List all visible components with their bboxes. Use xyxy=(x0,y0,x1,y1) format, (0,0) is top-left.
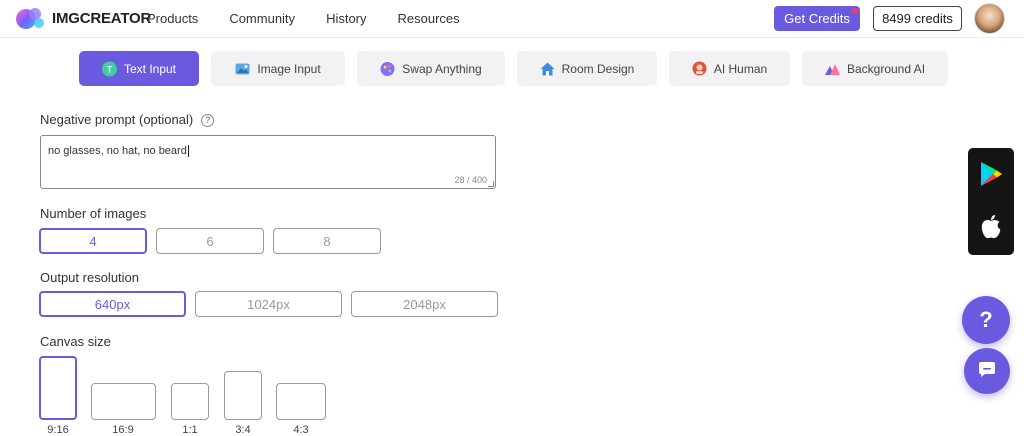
credits-label: 8499 credits xyxy=(882,11,953,26)
tab-background-ai[interactable]: Background AI xyxy=(802,51,948,86)
help-icon[interactable]: ? xyxy=(201,113,215,127)
get-credits-button[interactable]: Get Credits xyxy=(774,6,860,31)
logo-icon xyxy=(13,5,47,31)
num-images-option-6[interactable]: 6 xyxy=(156,228,264,254)
apple-icon[interactable] xyxy=(980,214,1002,245)
get-credits-label: Get Credits xyxy=(784,11,850,26)
canvas-option-4-3[interactable] xyxy=(276,383,326,420)
help-button[interactable]: ? xyxy=(962,296,1010,344)
main-nav: Products Community History Resources xyxy=(147,11,491,26)
tab-label: Text Input xyxy=(123,61,177,76)
negative-prompt-input[interactable]: no glasses, no hat, no beard 28 / 400 xyxy=(40,135,496,189)
num-images-option-8[interactable]: 8 xyxy=(273,228,381,254)
resolution-option-640[interactable]: 640px xyxy=(39,291,186,317)
tab-label: Image Input xyxy=(257,61,321,76)
tab-ai-human[interactable]: AI Human xyxy=(669,51,790,86)
image-input-icon xyxy=(235,61,250,76)
home-icon xyxy=(540,61,555,76)
tab-swap-anything[interactable]: Swap Anything xyxy=(357,51,505,86)
logo[interactable]: IMGCREATOR xyxy=(13,5,151,31)
tab-label: Room Design xyxy=(561,61,635,76)
character-counter: 28 / 400 xyxy=(454,175,487,185)
canvas-option-1-1[interactable] xyxy=(171,383,209,420)
negative-prompt-value: no glasses, no hat, no beard xyxy=(48,145,187,157)
num-images-option-4[interactable]: 4 xyxy=(39,228,147,254)
tab-label: AI Human xyxy=(713,61,768,76)
app-store-links xyxy=(968,148,1014,255)
canvas-option-3-4[interactable] xyxy=(224,371,262,420)
canvas-option-16-9[interactable] xyxy=(91,383,156,420)
svg-text:T: T xyxy=(107,64,113,74)
notification-dot xyxy=(852,8,858,14)
credits-balance[interactable]: 8499 credits xyxy=(873,6,962,31)
canvas-option-9-16[interactable] xyxy=(39,356,77,420)
resolution-option-2048[interactable]: 2048px xyxy=(351,291,498,317)
tab-text-input[interactable]: T Text Input xyxy=(79,51,199,86)
canvas-label-4-3: 4:3 xyxy=(293,424,309,436)
mode-tabs: T Text Input Image Input Swap Anything R… xyxy=(79,51,948,86)
chat-button[interactable] xyxy=(964,348,1010,394)
text-cursor xyxy=(187,145,189,157)
ai-human-icon xyxy=(692,61,707,76)
canvas-label-1-1: 1:1 xyxy=(182,424,198,436)
nav-resources[interactable]: Resources xyxy=(398,11,460,26)
top-header: IMGCREATOR Products Community History Re… xyxy=(0,0,1024,38)
tab-label: Background AI xyxy=(846,61,926,76)
canvas-label-16-9: 16:9 xyxy=(112,424,134,436)
background-ai-icon xyxy=(824,61,840,76)
tab-room-design[interactable]: Room Design xyxy=(517,51,657,86)
num-images-label: Number of images xyxy=(40,206,147,221)
negative-prompt-label-row: Negative prompt (optional)? xyxy=(40,112,215,127)
resolution-label: Output resolution xyxy=(40,270,140,285)
text-input-icon: T xyxy=(101,61,117,76)
chat-icon xyxy=(978,358,996,384)
avatar[interactable] xyxy=(974,3,1005,34)
resize-handle[interactable] xyxy=(488,181,494,187)
nav-history[interactable]: History xyxy=(326,11,366,26)
swap-anything-icon xyxy=(380,61,395,76)
help-button-icon: ? xyxy=(979,307,993,332)
canvas-label-9-16: 9:16 xyxy=(47,424,69,436)
canvas-size-label: Canvas size xyxy=(40,334,111,349)
tab-image-input[interactable]: Image Input xyxy=(211,51,345,86)
resolution-option-1024[interactable]: 1024px xyxy=(195,291,342,317)
google-play-icon[interactable] xyxy=(979,161,1003,192)
tab-label: Swap Anything xyxy=(402,61,482,76)
negative-prompt-label: Negative prompt (optional) xyxy=(40,112,194,127)
logo-text: IMGCREATOR xyxy=(52,9,152,27)
nav-community[interactable]: Community xyxy=(229,11,295,26)
nav-products[interactable]: Products xyxy=(147,11,198,26)
canvas-label-3-4: 3:4 xyxy=(235,424,251,436)
